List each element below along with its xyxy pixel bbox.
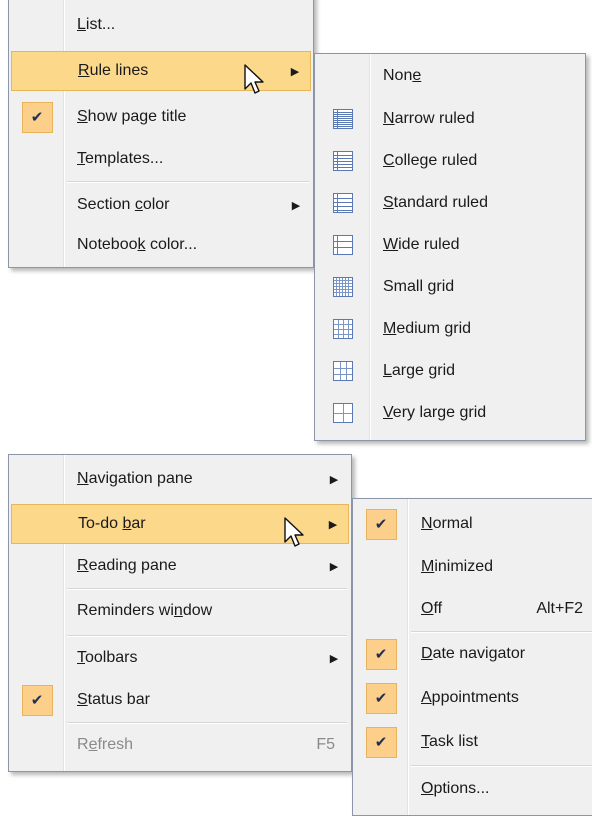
narrow-ruled-icon — [333, 109, 353, 129]
rule-option-narrow-ruled[interactable]: Narrow ruled — [317, 99, 583, 139]
menu-separator — [67, 722, 347, 724]
rule-option-medium-grid[interactable]: Medium grid — [317, 309, 583, 349]
shortcut-label: Alt+F2 — [536, 600, 583, 617]
rule-option-small-grid[interactable]: Small grid — [317, 267, 583, 307]
submenu-arrow-icon: ▶ — [329, 652, 339, 665]
medium-grid-icon — [333, 319, 353, 339]
rule-lines-submenu: None Narrow ruled College ruled Standard… — [314, 53, 586, 441]
menu-separator — [67, 635, 347, 637]
menu-item-list[interactable]: List... — [11, 5, 311, 45]
menu-item-refresh[interactable]: Refresh F5 — [11, 725, 349, 765]
menu-item-reading-pane[interactable]: Reading pane ▶ — [11, 546, 349, 586]
submenu-arrow-icon: ▶ — [291, 199, 301, 212]
shortcut-label: F5 — [316, 736, 335, 753]
checkmark-icon: ✔ — [21, 684, 53, 716]
todo-option-task-list[interactable]: ✔ Task list — [355, 722, 592, 762]
college-ruled-icon — [333, 151, 353, 171]
checkmark-icon: ✔ — [365, 508, 397, 540]
large-grid-icon — [333, 361, 353, 381]
menu-item-notebook-color[interactable]: Notebook color... — [11, 225, 311, 265]
submenu-arrow-icon: ▶ — [329, 560, 339, 573]
menu-separator — [411, 631, 592, 633]
outlook-view-menu: Navigation pane ▶ To-do bar ▶ Reading pa… — [8, 454, 352, 772]
view-menu: List... Rule lines ▶ ✔ Show page title T… — [8, 0, 314, 268]
menu-item-toolbars[interactable]: Toolbars ▶ — [11, 638, 349, 678]
checkmark-icon: ✔ — [365, 682, 397, 714]
todo-bar-submenu: ✔ Normal Minimized Off Alt+F2 ✔ Date nav… — [352, 498, 592, 816]
todo-option-appointments[interactable]: ✔ Appointments — [355, 678, 592, 718]
todo-option-options[interactable]: Options... — [355, 769, 592, 809]
rule-option-college-ruled[interactable]: College ruled — [317, 141, 583, 181]
submenu-arrow-icon: ▶ — [290, 65, 300, 78]
todo-option-date-navigator[interactable]: ✔ Date navigator — [355, 634, 592, 674]
todo-option-normal[interactable]: ✔ Normal — [355, 504, 592, 544]
mouse-pointer-icon — [244, 64, 264, 94]
standard-ruled-icon — [333, 193, 353, 213]
small-grid-icon — [333, 277, 353, 297]
submenu-arrow-icon: ▶ — [329, 473, 339, 486]
menu-separator — [67, 181, 309, 183]
mouse-pointer-icon — [284, 517, 304, 547]
rule-option-standard-ruled[interactable]: Standard ruled — [317, 183, 583, 223]
menu-item-section-color[interactable]: Section color ▶ — [11, 185, 311, 225]
menu-separator — [411, 765, 592, 767]
menu-item-navigation-pane[interactable]: Navigation pane ▶ — [11, 459, 349, 499]
wide-ruled-icon — [333, 235, 353, 255]
checkmark-icon: ✔ — [365, 638, 397, 670]
checkmark-icon: ✔ — [365, 726, 397, 758]
rule-option-none[interactable]: None — [317, 56, 583, 96]
menu-item-reminders-window[interactable]: Reminders window — [11, 591, 349, 631]
menu-item-status-bar[interactable]: ✔ Status bar — [11, 680, 349, 720]
checkmark-icon: ✔ — [21, 101, 53, 133]
rule-option-wide-ruled[interactable]: Wide ruled — [317, 225, 583, 265]
submenu-arrow-icon: ▶ — [328, 518, 338, 531]
menu-item-show-page-title[interactable]: ✔ Show page title — [11, 97, 311, 137]
very-large-grid-icon — [333, 403, 353, 423]
rule-option-very-large-grid[interactable]: Very large grid — [317, 393, 583, 433]
todo-option-minimized[interactable]: Minimized — [355, 547, 592, 587]
todo-option-off[interactable]: Off Alt+F2 — [355, 589, 592, 629]
menu-separator — [67, 588, 347, 590]
menu-item-templates[interactable]: Templates... — [11, 139, 311, 179]
menu-item-rule-lines[interactable]: Rule lines ▶ — [11, 51, 311, 91]
rule-option-large-grid[interactable]: Large grid — [317, 351, 583, 391]
